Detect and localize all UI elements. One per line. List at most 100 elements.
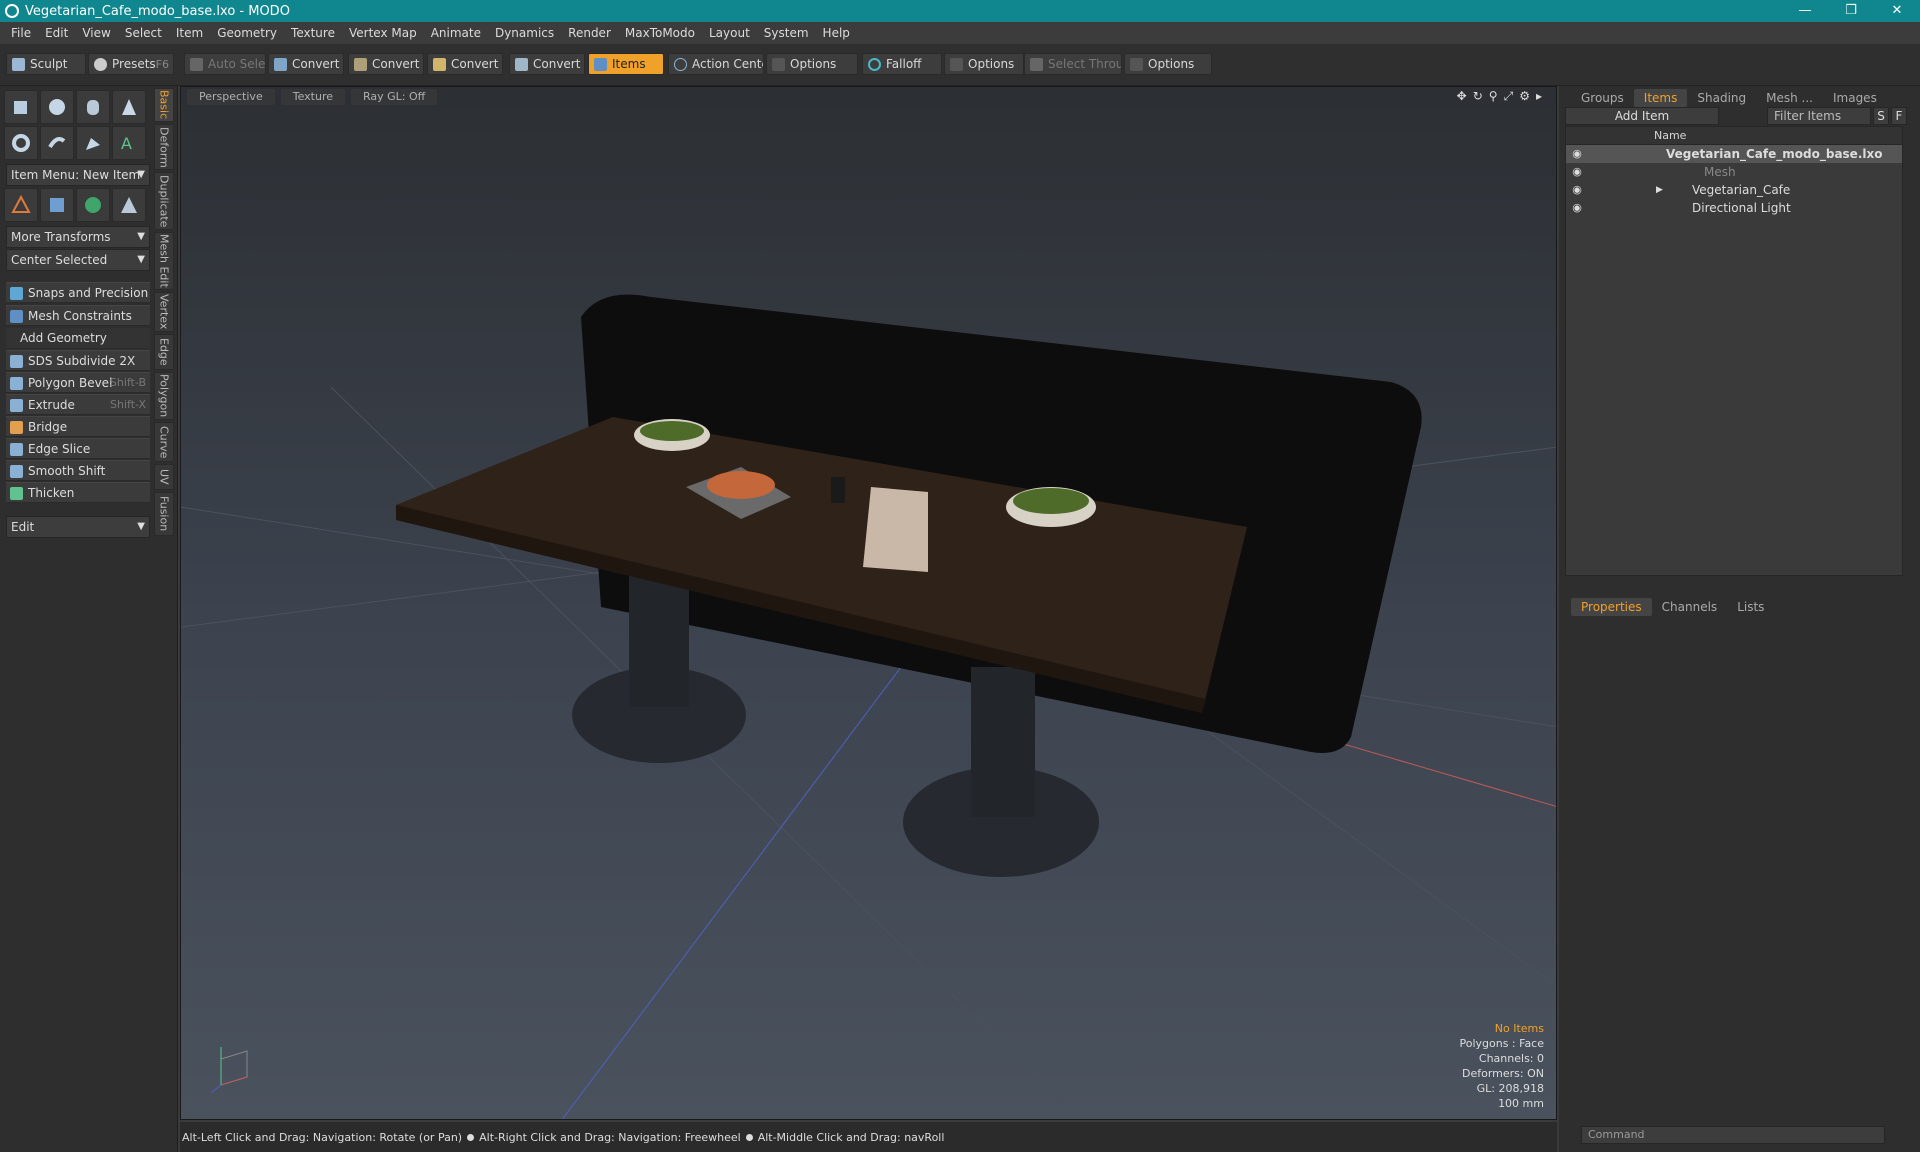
add-geometry-header[interactable]: Add Geometry	[6, 328, 150, 348]
menu-layout[interactable]: Layout	[702, 26, 757, 40]
menu-select[interactable]: Select	[118, 26, 169, 40]
tab-edge[interactable]: Edge	[154, 334, 174, 370]
tab-mesh-edit[interactable]: Mesh Edit	[154, 232, 174, 290]
close-button[interactable]: ✕	[1874, 0, 1920, 22]
menu-texture[interactable]: Texture	[284, 26, 342, 40]
menu-animate[interactable]: Animate	[424, 26, 488, 40]
smooth-shift-button[interactable]: Smooth Shift	[6, 460, 150, 481]
command-input[interactable]: Command	[1581, 1126, 1885, 1144]
rotate-icon[interactable]: ↻	[1473, 89, 1483, 104]
falloff-options-button[interactable]: Options	[944, 53, 1024, 75]
eye-icon[interactable]: ◉	[1568, 145, 1586, 163]
edit-dropdown[interactable]: Edit ▼	[6, 516, 150, 538]
cone-icon[interactable]	[112, 90, 146, 124]
locator-icon[interactable]	[4, 188, 38, 222]
add-item-button[interactable]: Add Item	[1565, 107, 1719, 125]
maximize-button[interactable]: ❐	[1828, 0, 1874, 22]
items-mode-button[interactable]: Items	[588, 53, 664, 75]
maximize-viewport-icon[interactable]: ⤢	[1504, 89, 1514, 104]
menu-file[interactable]: File	[4, 26, 38, 40]
menu-item[interactable]: Item	[169, 26, 210, 40]
select-through-button[interactable]: Select Through	[1024, 53, 1122, 75]
extrude-button[interactable]: Extrude Shift-X	[6, 394, 150, 415]
menu-geometry[interactable]: Geometry	[210, 26, 284, 40]
arrow-right-icon[interactable]: ▸	[1536, 89, 1542, 104]
menu-vertex-map[interactable]: Vertex Map	[342, 26, 424, 40]
tab-shading[interactable]: Shading	[1687, 89, 1756, 107]
tab-images[interactable]: Images	[1823, 89, 1887, 107]
pan-icon[interactable]: ✥	[1457, 89, 1467, 104]
menu-view[interactable]: View	[75, 26, 117, 40]
cylinder-icon[interactable]	[76, 90, 110, 124]
presets-button[interactable]: Presets F6	[88, 53, 174, 75]
menu-system[interactable]: System	[757, 26, 816, 40]
menu-maxtomodo[interactable]: MaxToModo	[618, 26, 702, 40]
tree-row-mesh[interactable]: ◉ Mesh	[1566, 163, 1902, 181]
convert-button-4[interactable]: Convert	[509, 53, 585, 75]
action-center-button[interactable]: Action Center	[668, 53, 764, 75]
pyramid-icon[interactable]	[112, 188, 146, 222]
tab-properties[interactable]: Properties	[1571, 598, 1652, 616]
text-icon[interactable]: A	[112, 126, 146, 160]
tab-items[interactable]: Items	[1633, 89, 1688, 107]
f-toggle[interactable]: F	[1891, 107, 1907, 125]
center-selected-dropdown[interactable]: Center Selected ▼	[6, 249, 150, 271]
eye-icon[interactable]: ◉	[1568, 181, 1586, 199]
sculpt-button[interactable]: Sculpt	[6, 53, 86, 75]
menu-render[interactable]: Render	[561, 26, 618, 40]
zoom-icon[interactable]: ⚲	[1489, 89, 1498, 104]
tree-row-scene[interactable]: ◉ Vegetarian_Cafe_modo_base.lxo	[1566, 145, 1902, 163]
bridge-button[interactable]: Bridge	[6, 416, 150, 437]
mesh-constraints-button[interactable]: Mesh Constraints	[6, 305, 150, 326]
tree-row-vegetarian-cafe[interactable]: ◉ ▶ Vegetarian_Cafe	[1566, 181, 1902, 199]
polygon-bevel-button[interactable]: Polygon Bevel Shift-B	[6, 372, 150, 393]
tab-curve[interactable]: Curve	[154, 422, 174, 462]
snaps-precision-button[interactable]: Snaps and Precision	[6, 282, 150, 303]
tab-fusion[interactable]: Fusion	[154, 492, 174, 536]
menu-edit[interactable]: Edit	[38, 26, 75, 40]
sds-subdivide-button[interactable]: SDS Subdivide 2X	[6, 350, 150, 371]
3d-viewport[interactable]: Perspective Texture Ray GL: Off ✥ ↻ ⚲ ⤢ …	[180, 86, 1557, 1120]
edge-slice-button[interactable]: Edge Slice	[6, 438, 150, 459]
pen-icon[interactable]	[76, 126, 110, 160]
cube-icon[interactable]	[4, 90, 38, 124]
capsule-icon[interactable]	[40, 126, 74, 160]
tab-lists[interactable]: Lists	[1727, 598, 1774, 616]
eye-icon[interactable]: ◉	[1568, 199, 1586, 217]
raygl-button[interactable]: Ray GL: Off	[351, 89, 438, 105]
tree-row-directional-light[interactable]: ◉ Directional Light	[1566, 199, 1902, 217]
eye-icon[interactable]: ◉	[1568, 163, 1586, 181]
select-options-button[interactable]: Options	[1124, 53, 1212, 75]
menu-dynamics[interactable]: Dynamics	[488, 26, 561, 40]
filter-items-input[interactable]: Filter Items	[1767, 107, 1871, 125]
tab-vertex[interactable]: Vertex	[154, 292, 174, 332]
s-toggle[interactable]: S	[1873, 107, 1889, 125]
tab-uv[interactable]: UV	[154, 464, 174, 490]
gear-icon[interactable]: ⚙	[1519, 89, 1530, 104]
sphere-icon[interactable]	[40, 90, 74, 124]
menu-help[interactable]: Help	[816, 26, 857, 40]
convert-button-1[interactable]: Convert	[268, 53, 344, 75]
tab-polygon[interactable]: Polygon	[154, 372, 174, 420]
tab-basic[interactable]: Basic	[154, 88, 174, 122]
more-transforms-dropdown[interactable]: More Transforms ▼	[6, 226, 150, 248]
expand-arrow-icon[interactable]: ▶	[1656, 181, 1663, 199]
tab-channels[interactable]: Channels	[1652, 598, 1728, 616]
auto-select-button[interactable]: Auto Select	[184, 53, 266, 75]
globe-icon[interactable]	[76, 188, 110, 222]
tab-duplicate[interactable]: Duplicate	[154, 172, 174, 230]
perspective-button[interactable]: Perspective	[187, 89, 275, 105]
texture-button[interactable]: Texture	[280, 89, 345, 105]
grid-icon[interactable]	[40, 188, 74, 222]
tab-groups[interactable]: Groups	[1571, 89, 1634, 107]
thicken-button[interactable]: Thicken	[6, 482, 150, 503]
convert-button-3[interactable]: Convert	[427, 53, 503, 75]
action-options-button[interactable]: Options	[766, 53, 858, 75]
falloff-button[interactable]: Falloff	[862, 53, 942, 75]
tab-deform[interactable]: Deform	[154, 124, 174, 170]
torus-icon[interactable]	[4, 126, 38, 160]
convert-button-2[interactable]: Convert	[348, 53, 424, 75]
minimize-button[interactable]: —	[1782, 0, 1828, 22]
item-menu-dropdown[interactable]: Item Menu: New Item ▼	[6, 164, 150, 186]
tab-mesh[interactable]: Mesh ...	[1756, 89, 1823, 107]
